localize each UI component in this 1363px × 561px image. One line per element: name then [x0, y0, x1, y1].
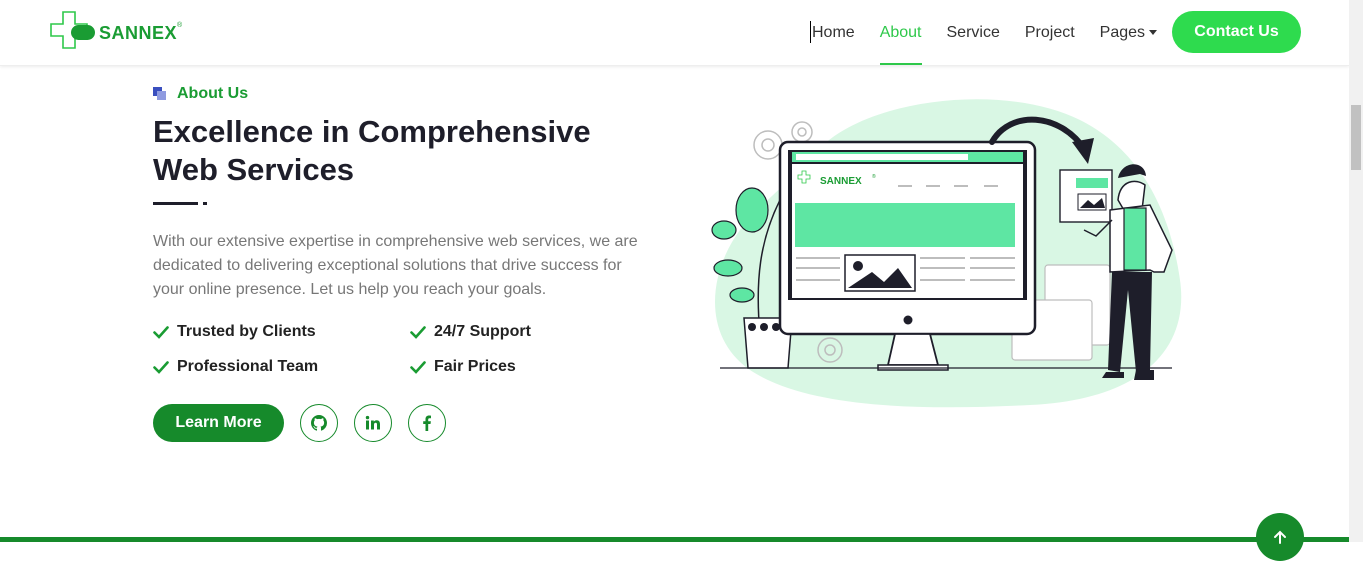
linkedin-icon: [365, 415, 380, 430]
feature-label: Fair Prices: [434, 358, 516, 375]
feature-item: 24/7 Support: [410, 323, 531, 341]
title-divider-dot: [203, 202, 207, 205]
check-icon: [410, 326, 426, 339]
feature-label: Professional Team: [177, 358, 319, 375]
brand-logo[interactable]: SANNEX ®: [47, 10, 207, 56]
facebook-link[interactable]: [408, 404, 446, 442]
nav-label: Project: [1024, 23, 1075, 41]
stacked-squares-icon: [153, 87, 167, 101]
contact-us-button[interactable]: Contact Us: [1172, 11, 1301, 53]
check-icon: [153, 326, 169, 339]
text-cursor: [810, 21, 811, 43]
nav-links: Home About Service Project Pages: [812, 0, 1182, 65]
feature-item: Professional Team: [153, 358, 318, 376]
back-to-top-button[interactable]: [1256, 513, 1304, 561]
feature-label: 24/7 Support: [434, 323, 531, 340]
title-divider: [153, 202, 198, 205]
web-services-illustration: SANNEX ®: [711, 99, 1182, 408]
feature-item: Fair Prices: [410, 358, 516, 376]
nav-item-home[interactable]: Home: [812, 0, 855, 65]
github-icon: [311, 415, 327, 431]
cross-logo-icon: [50, 11, 95, 49]
nav-item-service[interactable]: Service: [947, 0, 1000, 65]
nav-label: Service: [946, 23, 1000, 41]
github-link[interactable]: [300, 404, 338, 442]
nav-item-project[interactable]: Project: [1025, 0, 1075, 65]
nav-label: Pages: [1099, 23, 1146, 41]
footer-top-border: [0, 537, 1349, 542]
nav-item-pages[interactable]: Pages: [1099, 0, 1158, 65]
headline-line-2: Web Services: [153, 152, 355, 187]
nav-item-about[interactable]: About: [879, 0, 922, 65]
about-eyebrow: About Us: [153, 85, 248, 103]
caret-down-icon: [1149, 30, 1158, 35]
check-icon: [410, 361, 426, 374]
feature-label: Trusted by Clients: [177, 323, 316, 340]
check-icon: [153, 361, 169, 374]
facebook-icon: [423, 415, 431, 431]
nav-label: About: [879, 23, 922, 41]
monitor-brand-name: SANNEX: [820, 176, 862, 187]
feature-item: Trusted by Clients: [153, 323, 316, 341]
scrollbar-thumb[interactable]: [1351, 105, 1361, 170]
about-description: With our extensive expertise in comprehe…: [153, 233, 638, 298]
about-headline: Excellence in Comprehensive Web Services: [153, 113, 633, 189]
scrollbar[interactable]: [1349, 0, 1363, 542]
monitor-brand-registered-mark: ®: [872, 173, 876, 180]
navbar: SANNEX ® Home About Service Project Page…: [0, 0, 1349, 66]
brand-registered-mark: ®: [177, 21, 183, 29]
headline-line-1: Excellence in Comprehensive: [153, 114, 591, 149]
linkedin-link[interactable]: [354, 404, 392, 442]
nav-label: Home: [812, 23, 855, 41]
eyebrow-label: About Us: [177, 85, 249, 102]
floating-webpage-card: [1059, 169, 1113, 223]
learn-more-button[interactable]: Learn More: [153, 404, 284, 442]
brand-name: SANNEX: [99, 22, 178, 43]
